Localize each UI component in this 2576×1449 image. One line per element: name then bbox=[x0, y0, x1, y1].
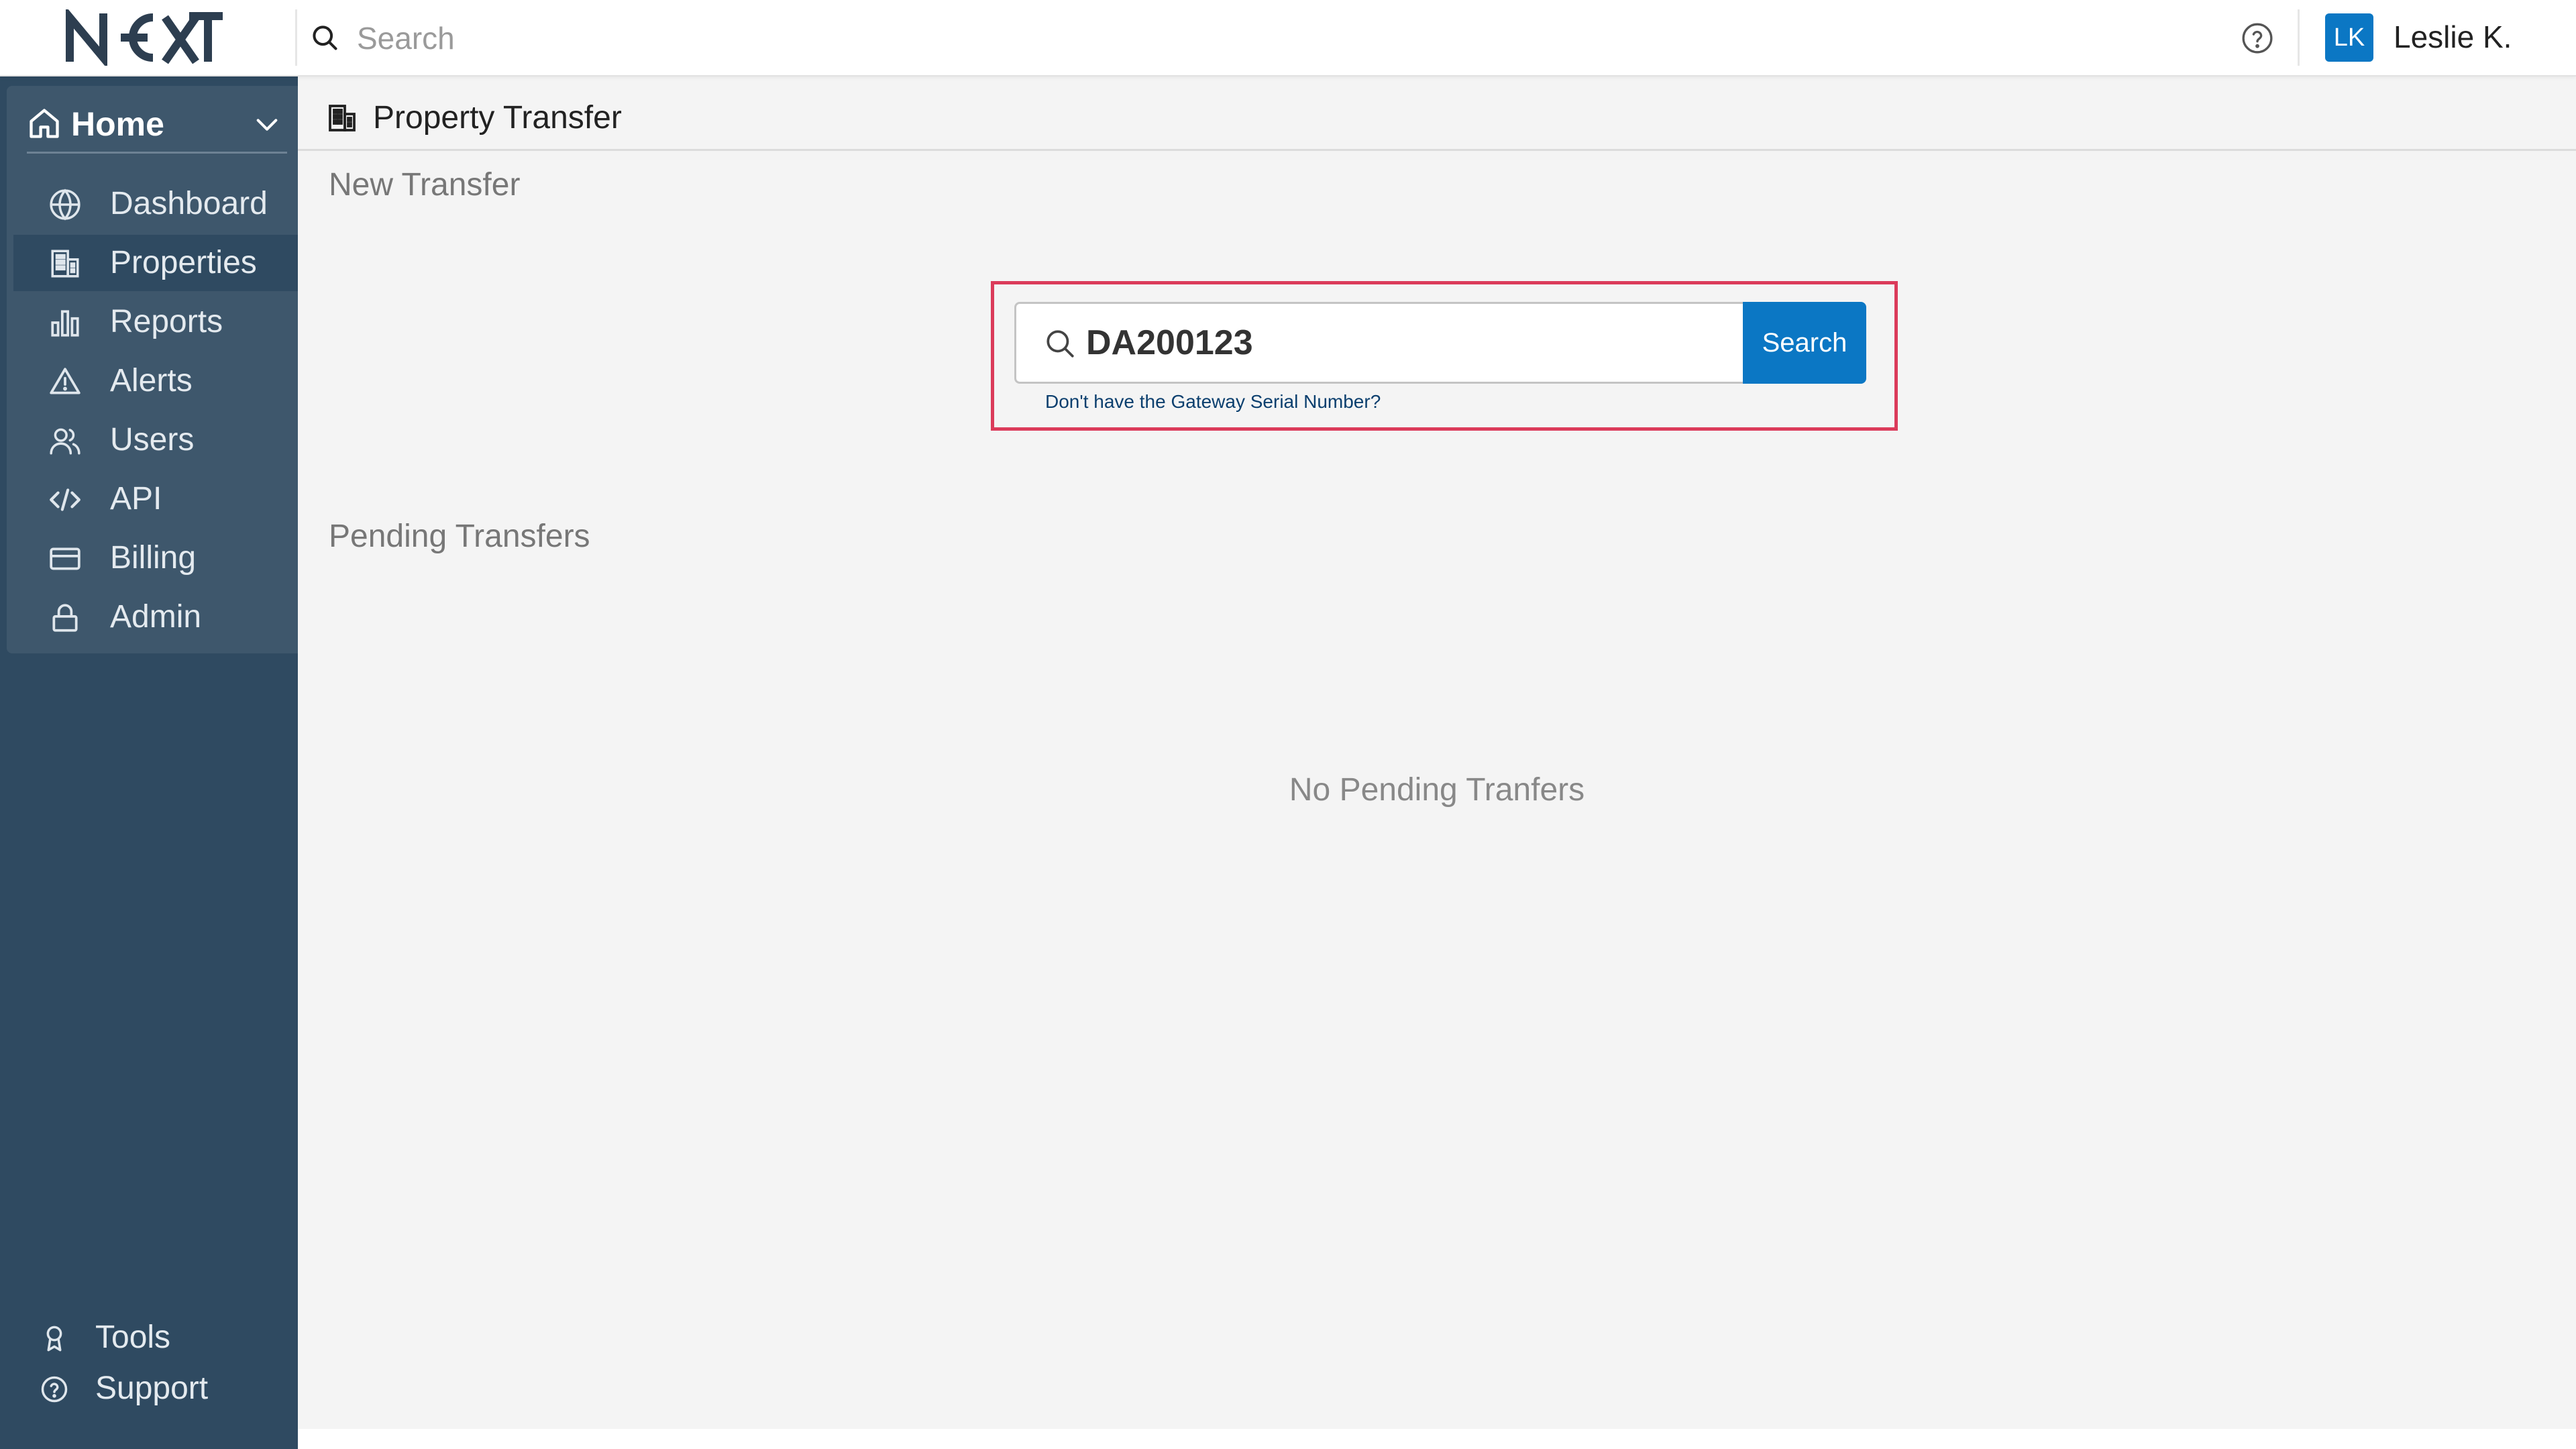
pending-transfers-heading: Pending Transfers bbox=[329, 519, 590, 554]
search-icon bbox=[310, 23, 339, 52]
help-circle-icon bbox=[40, 1375, 68, 1403]
code-icon bbox=[48, 483, 82, 517]
nav-panel: Home Dashboard Properties Reports Alerts… bbox=[7, 86, 298, 653]
sidebar-item-label: API bbox=[110, 481, 162, 517]
building-icon bbox=[48, 247, 82, 280]
chevron-down-icon bbox=[254, 111, 280, 138]
sidebar-item-reports[interactable]: Reports bbox=[13, 294, 298, 350]
missing-serial-link[interactable]: Don't have the Gateway Serial Number? bbox=[1045, 391, 1381, 413]
new-transfer-heading: New Transfer bbox=[329, 167, 521, 203]
home-dropdown[interactable]: Home bbox=[7, 86, 298, 154]
sidebar-item-label: Reports bbox=[110, 304, 223, 339]
page-header: Property Transfer bbox=[298, 75, 2576, 151]
help-icon[interactable] bbox=[2241, 21, 2274, 55]
next-logo[interactable] bbox=[64, 9, 225, 66]
sidebar-item-alerts[interactable]: Alerts bbox=[13, 353, 298, 409]
sidebar-footer-label: Tools bbox=[95, 1320, 171, 1355]
sidebar-item-billing[interactable]: Billing bbox=[13, 530, 298, 586]
serial-number-value[interactable]: DA200123 bbox=[1086, 323, 1253, 363]
search-icon bbox=[1043, 327, 1077, 360]
serial-number-input[interactable]: DA200123 bbox=[1014, 302, 1744, 384]
sidebar-item-label: Alerts bbox=[110, 363, 193, 398]
sidebar-item-label: Users bbox=[110, 422, 195, 458]
avatar[interactable]: LK bbox=[2325, 13, 2373, 62]
home-divider bbox=[27, 152, 287, 154]
user-name[interactable]: Leslie K. bbox=[2394, 19, 2512, 55]
users-icon bbox=[48, 424, 82, 458]
sidebar-item-admin[interactable]: Admin bbox=[13, 589, 298, 645]
search-button[interactable]: Search bbox=[1743, 302, 1866, 384]
top-bar: LK Leslie K. bbox=[0, 0, 2576, 76]
sidebar-footer-support[interactable]: Support bbox=[40, 1366, 282, 1413]
sidebar-item-dashboard[interactable]: Dashboard bbox=[13, 176, 298, 232]
home-label: Home bbox=[71, 105, 164, 143]
warning-icon bbox=[48, 365, 82, 398]
sidebar-item-label: Dashboard bbox=[110, 186, 268, 221]
award-icon bbox=[40, 1324, 68, 1352]
global-search-input[interactable] bbox=[356, 15, 2169, 62]
sidebar: Home Dashboard Properties Reports Alerts… bbox=[0, 75, 298, 1449]
sidebar-item-users[interactable]: Users bbox=[13, 412, 298, 468]
sidebar-item-label: Billing bbox=[110, 540, 197, 576]
sidebar-item-label: Properties bbox=[110, 245, 257, 280]
building-icon bbox=[326, 102, 358, 134]
sidebar-footer-label: Support bbox=[95, 1371, 209, 1406]
logo-divider bbox=[295, 9, 297, 66]
bottom-edge bbox=[298, 1429, 2576, 1449]
lock-icon bbox=[48, 601, 82, 635]
bar-chart-icon bbox=[48, 306, 82, 339]
sidebar-item-properties[interactable]: Properties bbox=[13, 235, 298, 291]
sidebar-footer-tools[interactable]: Tools bbox=[40, 1315, 282, 1362]
sidebar-item-api[interactable]: API bbox=[13, 471, 298, 527]
globe-icon bbox=[48, 188, 82, 221]
sidebar-item-label: Admin bbox=[110, 599, 202, 635]
credit-card-icon bbox=[48, 542, 82, 576]
page-title: Property Transfer bbox=[373, 100, 622, 136]
empty-state-message: No Pending Tranfers bbox=[1289, 772, 1585, 808]
topbar-divider bbox=[2298, 9, 2300, 66]
home-icon bbox=[27, 106, 62, 141]
